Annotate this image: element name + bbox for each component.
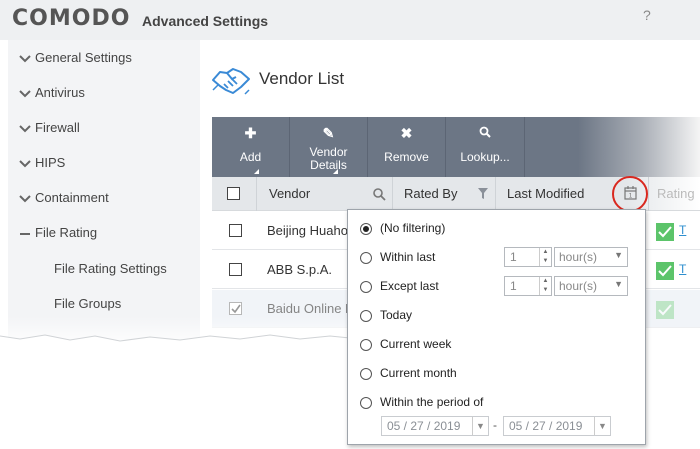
column-separator <box>648 177 649 211</box>
chevron-down-icon: ▼ <box>614 279 623 289</box>
radio-button[interactable] <box>360 223 372 235</box>
sidebar-item-hips[interactable]: HIPS <box>8 155 200 185</box>
filter-option-except-last[interactable]: Except last <box>360 279 500 297</box>
sidebar-item-file-rating[interactable]: File Rating <box>8 225 200 255</box>
column-header-vendor[interactable]: Vendor <box>269 186 310 201</box>
dropdown-corner-icon <box>333 169 338 174</box>
sidebar-item-antivirus[interactable]: Antivirus <box>8 85 200 115</box>
toolbar-separator <box>524 117 525 177</box>
row-checkbox[interactable] <box>229 224 242 237</box>
chevron-down-icon <box>19 90 31 98</box>
highlight-circle <box>612 176 648 212</box>
date-filter-popup: (No filtering) Within last 1 ▲ ▼ hour(s) … <box>347 209 646 445</box>
chevron-down-icon <box>19 160 31 168</box>
trusted-check-icon <box>656 223 674 241</box>
column-separator <box>495 177 496 211</box>
stepper-arrows-icon[interactable]: ▲ ▼ <box>539 277 551 295</box>
sidebar-subitem-file-rating-settings[interactable]: File Rating Settings <box>54 261 167 276</box>
period-separator: - <box>493 418 497 432</box>
add-button[interactable]: ✚ Add <box>212 117 289 177</box>
window-title: Advanced Settings <box>142 13 269 29</box>
chevron-down-icon[interactable]: ▼ <box>472 417 488 435</box>
except-last-unit-select[interactable]: hour(s) ▼ <box>554 276 628 296</box>
sidebar-item-label: Firewall <box>35 120 80 135</box>
sidebar-item-label: General Settings <box>35 50 132 65</box>
lookup-button[interactable]: Lookup... <box>446 117 524 177</box>
chevron-down-icon <box>19 125 31 133</box>
stepper-arrows-icon[interactable]: ▲ ▼ <box>539 248 551 266</box>
within-last-unit-select[interactable]: hour(s) ▼ <box>554 247 628 267</box>
search-icon[interactable] <box>372 187 386 201</box>
handshake-icon <box>212 68 250 95</box>
remove-button[interactable]: ✖ Remove <box>368 117 445 177</box>
chevron-down-icon <box>19 195 31 203</box>
vendor-details-button[interactable]: ✎ Vendor Details <box>290 117 367 177</box>
column-separator <box>256 177 257 211</box>
plus-icon: ✚ <box>244 125 257 141</box>
app-header: COMODO Advanced Settings ? <box>0 0 700 40</box>
toolbar: ✚ Add ✎ Vendor Details ✖ Remove Lookup... <box>212 117 700 177</box>
chevron-down-icon[interactable]: ▼ <box>594 417 610 435</box>
sidebar-item-containment[interactable]: Containment <box>8 190 200 220</box>
except-last-value-stepper[interactable]: 1 ▲ ▼ <box>504 276 552 296</box>
radio-button[interactable] <box>360 368 372 380</box>
rating-link[interactable]: T <box>679 262 686 276</box>
vendor-name: Baidu Online N <box>267 301 355 316</box>
chevron-down-icon <box>19 55 31 63</box>
radio-button[interactable] <box>360 397 372 409</box>
help-icon[interactable]: ? <box>643 7 651 23</box>
period-to-date[interactable]: 05 / 27 / 2019 ▼ <box>503 416 611 436</box>
radio-button[interactable] <box>360 339 372 351</box>
row-checkbox[interactable] <box>229 263 242 276</box>
within-last-value-stepper[interactable]: 1 ▲ ▼ <box>504 247 552 267</box>
radio-button[interactable] <box>360 252 372 264</box>
radio-button[interactable] <box>360 281 372 293</box>
column-separator <box>392 177 393 211</box>
sidebar-item-firewall[interactable]: Firewall <box>8 120 200 150</box>
dropdown-corner-icon <box>254 169 259 174</box>
trusted-check-icon <box>656 262 674 280</box>
sidebar: General Settings Antivirus Firewall HIPS… <box>8 40 200 340</box>
column-header-rating[interactable]: Rating <box>657 186 695 201</box>
comodo-logo: COMODO <box>12 6 131 31</box>
sidebar-subitem-file-groups[interactable]: File Groups <box>54 296 121 311</box>
check-icon <box>231 304 241 314</box>
sidebar-item-general-settings[interactable]: General Settings <box>8 50 200 80</box>
column-header-last-modified[interactable]: Last Modified <box>507 186 584 201</box>
pencil-icon: ✎ <box>322 125 335 141</box>
period-from-date[interactable]: 05 / 27 / 2019 ▼ <box>381 416 489 436</box>
sidebar-item-label: Containment <box>35 190 109 205</box>
filter-icon[interactable] <box>477 187 489 200</box>
sidebar-item-label: File Rating <box>35 225 98 240</box>
trusted-check-icon <box>656 301 674 319</box>
radio-button[interactable] <box>360 310 372 322</box>
torn-edge <box>0 334 350 350</box>
filter-option-within-last[interactable]: Within last <box>360 250 500 268</box>
collapse-dash-icon <box>20 233 30 235</box>
column-header-rated-by[interactable]: Rated By <box>404 186 457 201</box>
chevron-down-icon: ▼ <box>614 250 623 260</box>
sidebar-item-label: HIPS <box>35 155 66 170</box>
rating-link[interactable]: T <box>679 223 686 237</box>
select-all-checkbox[interactable] <box>227 187 240 200</box>
sidebar-item-label: Antivirus <box>35 85 85 100</box>
search-icon <box>446 125 524 141</box>
row-checkbox[interactable] <box>229 302 242 315</box>
close-icon: ✖ <box>400 125 413 141</box>
page-title: Vendor List <box>259 69 345 88</box>
vendor-name: ABB S.p.A. <box>267 262 333 277</box>
